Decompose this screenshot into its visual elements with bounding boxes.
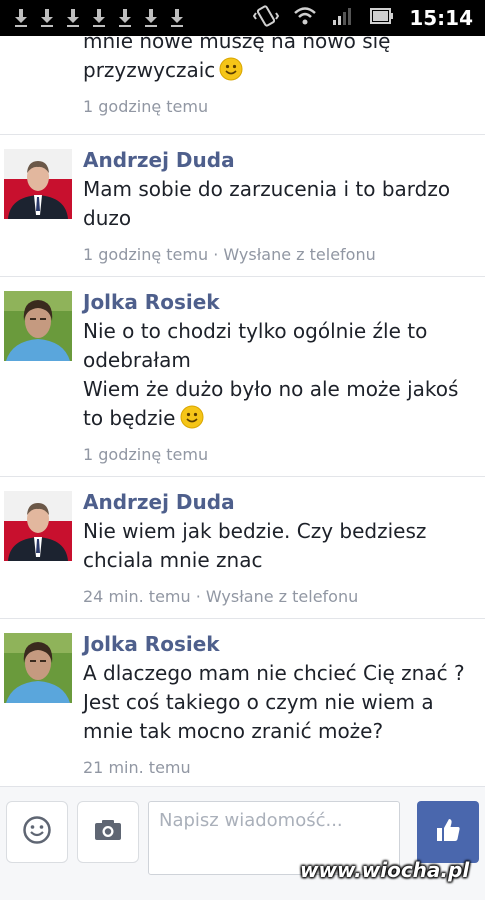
download-icon (40, 8, 54, 28)
notification-icons (0, 8, 184, 28)
sender-name[interactable]: Jolka Rosiek (83, 629, 471, 659)
message-text-line: to będzie (83, 404, 471, 433)
message-timestamp: 21 min. temu (83, 758, 191, 777)
avatar[interactable] (4, 149, 72, 219)
camera-button[interactable] (77, 801, 139, 863)
download-icon (14, 8, 28, 28)
download-icon (92, 8, 106, 28)
message-text-line: mnie tak mocno zranić może? (83, 719, 384, 743)
message-item: mnie nowe muszę na nowo się przyzwyczaic… (0, 36, 485, 135)
signal-icon (331, 5, 355, 31)
message-text-line: Jest coś takiego o czym nie wiem a (83, 690, 434, 714)
thumbs-up-icon (434, 816, 462, 848)
message-timestamp: 1 godzinę temu (83, 445, 209, 464)
watermark: www.wiocha.pl (300, 858, 470, 882)
message-text-line: przyzwyczaic (83, 56, 471, 85)
battery-icon (369, 6, 395, 30)
like-button[interactable] (417, 801, 479, 863)
message-timestamp: 24 min. temu · Wysłane z telefonu (83, 587, 359, 606)
message-text-line: Nie o to chodzi tylko ogólnie źle to (83, 319, 428, 343)
message-text-line: duzo (83, 206, 132, 230)
message-text-line: Nie wiem jak bedzie. Czy bedziesz (83, 519, 427, 543)
message-text-line: odebrałam (83, 348, 191, 372)
download-icon (170, 8, 184, 28)
message-item: Jolka Rosiek A dlaczego mam nie chcieć C… (0, 619, 485, 786)
smiley-emoji-icon (180, 405, 204, 429)
message-composer (0, 786, 485, 900)
avatar[interactable] (4, 491, 72, 561)
message-text-line: chciala mnie znac (83, 548, 263, 572)
message-timestamp: 1 godzinę temu · Wysłane z telefonu (83, 245, 376, 264)
emoji-button[interactable] (6, 801, 68, 863)
message-text-line: A dlaczego mam nie chcieć Cię znać ? (83, 661, 465, 685)
camera-icon (93, 817, 123, 847)
message-item: Andrzej Duda Mam sobie do zarzucenia i t… (0, 135, 485, 277)
message-text-line: mnie nowe muszę na nowo się (83, 36, 391, 53)
smiley-icon (22, 815, 52, 849)
message-item: Andrzej Duda Nie wiem jak bedzie. Czy be… (0, 477, 485, 619)
download-icon (118, 8, 132, 28)
message-thread[interactable]: mnie nowe muszę na nowo się przyzwyczaic… (0, 36, 485, 786)
vibrate-icon (253, 4, 280, 32)
sender-name[interactable]: Andrzej Duda (83, 145, 471, 175)
avatar[interactable] (4, 633, 72, 703)
wifi-icon (293, 5, 317, 31)
message-text-line: Mam sobie do zarzucenia i to bardzo (83, 177, 451, 201)
avatar[interactable] (4, 291, 72, 361)
message-text-line: Wiem że dużo było no ale może jakoś (83, 377, 459, 401)
sender-name[interactable]: Andrzej Duda (83, 487, 471, 517)
download-icon (144, 8, 158, 28)
status-bar: 15:14 (0, 0, 485, 36)
message-item: Jolka Rosiek Nie o to chodzi tylko ogóln… (0, 277, 485, 477)
message-timestamp: 1 godzinę temu (83, 97, 209, 116)
clock: 15:14 (409, 6, 473, 30)
sender-name[interactable]: Jolka Rosiek (83, 287, 471, 317)
download-icon (66, 8, 80, 28)
smiley-emoji-icon (219, 57, 243, 81)
